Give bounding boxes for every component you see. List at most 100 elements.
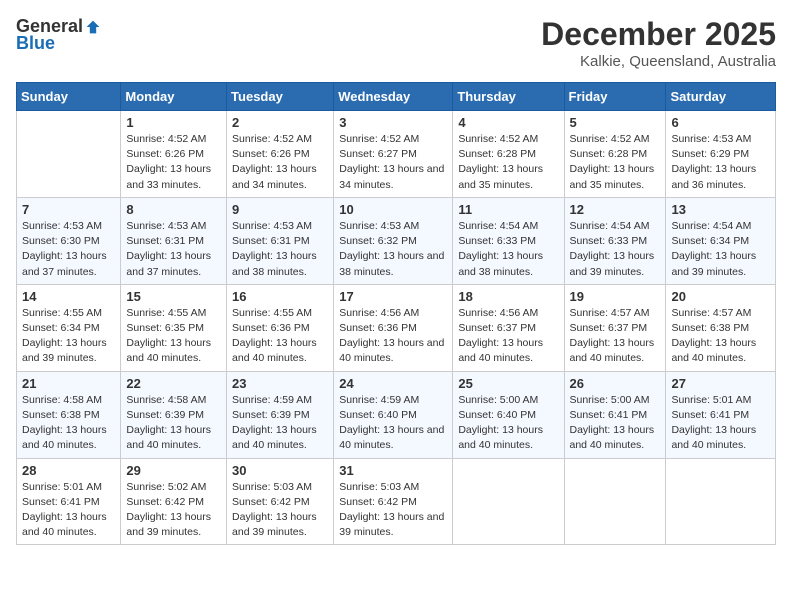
calendar-cell: 29 Sunrise: 5:02 AMSunset: 6:42 PMDayligh… xyxy=(121,458,227,545)
calendar-cell: 15 Sunrise: 4:55 AMSunset: 6:35 PMDayligh… xyxy=(121,284,227,371)
day-info: Sunrise: 4:54 AMSunset: 6:34 PMDaylight:… xyxy=(671,219,770,280)
header-friday: Friday xyxy=(564,83,666,111)
day-number: 6 xyxy=(671,115,770,130)
day-info: Sunrise: 4:55 AMSunset: 6:35 PMDaylight:… xyxy=(126,306,221,367)
calendar-cell: 26 Sunrise: 5:00 AMSunset: 6:41 PMDayligh… xyxy=(564,371,666,458)
day-info: Sunrise: 4:59 AMSunset: 6:39 PMDaylight:… xyxy=(232,393,328,454)
calendar-header-row: SundayMondayTuesdayWednesdayThursdayFrid… xyxy=(17,83,776,111)
day-number: 21 xyxy=(22,376,115,391)
calendar-cell: 4 Sunrise: 4:52 AMSunset: 6:28 PMDaylight… xyxy=(453,111,564,198)
page-header: General Blue December 2025 Kalkie, Queen… xyxy=(16,16,776,70)
calendar-cell: 5Sunrise: 4:52 AMSunset: 6:28 PMDaylight… xyxy=(564,111,666,198)
calendar-week-row: 7 Sunrise: 4:53 AMSunset: 6:30 PMDaylight… xyxy=(17,197,776,284)
logo-blue-text: Blue xyxy=(16,33,55,54)
logo: General Blue xyxy=(16,16,101,54)
calendar-cell: 20 Sunrise: 4:57 AMSunset: 6:38 PMDayligh… xyxy=(666,284,776,371)
day-info: Sunrise: 4:57 AMSunset: 6:38 PMDaylight:… xyxy=(671,306,770,367)
calendar-cell xyxy=(564,458,666,545)
day-number: 24 xyxy=(339,376,447,391)
calendar-cell: 27Sunrise: 5:01 AMSunset: 6:41 PMDayligh… xyxy=(666,371,776,458)
day-number: 12 xyxy=(570,202,661,217)
day-info: Sunrise: 4:52 AMSunset: 6:26 PMDaylight:… xyxy=(126,132,221,193)
day-number: 4 xyxy=(458,115,558,130)
calendar-cell: 22 Sunrise: 4:58 AMSunset: 6:39 PMDayligh… xyxy=(121,371,227,458)
day-info: Sunrise: 5:00 AMSunset: 6:40 PMDaylight:… xyxy=(458,393,558,454)
logo-icon xyxy=(85,19,101,35)
month-title: December 2025 xyxy=(541,16,776,53)
day-number: 9 xyxy=(232,202,328,217)
day-number: 27 xyxy=(671,376,770,391)
header-thursday: Thursday xyxy=(453,83,564,111)
day-info: Sunrise: 5:03 AMSunset: 6:42 PMDaylight:… xyxy=(232,480,328,541)
day-number: 8 xyxy=(126,202,221,217)
title-block: December 2025 Kalkie, Queensland, Austra… xyxy=(541,16,776,70)
day-number: 15 xyxy=(126,289,221,304)
day-number: 7 xyxy=(22,202,115,217)
calendar-cell: 10Sunrise: 4:53 AMSunset: 6:32 PMDayligh… xyxy=(334,197,453,284)
day-info: Sunrise: 4:54 AMSunset: 6:33 PMDaylight:… xyxy=(570,219,661,280)
day-number: 26 xyxy=(570,376,661,391)
day-info: Sunrise: 5:00 AMSunset: 6:41 PMDaylight:… xyxy=(570,393,661,454)
header-wednesday: Wednesday xyxy=(334,83,453,111)
day-number: 11 xyxy=(458,202,558,217)
day-info: Sunrise: 4:54 AMSunset: 6:33 PMDaylight:… xyxy=(458,219,558,280)
day-number: 3 xyxy=(339,115,447,130)
day-info: Sunrise: 4:52 AMSunset: 6:27 PMDaylight:… xyxy=(339,132,447,193)
calendar-week-row: 21 Sunrise: 4:58 AMSunset: 6:38 PMDayligh… xyxy=(17,371,776,458)
calendar-cell: 21 Sunrise: 4:58 AMSunset: 6:38 PMDayligh… xyxy=(17,371,121,458)
day-number: 28 xyxy=(22,463,115,478)
calendar-cell: 11 Sunrise: 4:54 AMSunset: 6:33 PMDayligh… xyxy=(453,197,564,284)
day-info: Sunrise: 4:56 AMSunset: 6:37 PMDaylight:… xyxy=(458,306,558,367)
day-info: Sunrise: 4:52 AMSunset: 6:28 PMDaylight:… xyxy=(458,132,558,193)
day-info: Sunrise: 4:55 AMSunset: 6:36 PMDaylight:… xyxy=(232,306,328,367)
calendar-cell: 19Sunrise: 4:57 AMSunset: 6:37 PMDayligh… xyxy=(564,284,666,371)
day-info: Sunrise: 4:52 AMSunset: 6:26 PMDaylight:… xyxy=(232,132,328,193)
day-info: Sunrise: 4:53 AMSunset: 6:29 PMDaylight:… xyxy=(671,132,770,193)
calendar-cell: 12 Sunrise: 4:54 AMSunset: 6:33 PMDayligh… xyxy=(564,197,666,284)
calendar-cell: 3 Sunrise: 4:52 AMSunset: 6:27 PMDaylight… xyxy=(334,111,453,198)
day-info: Sunrise: 4:55 AMSunset: 6:34 PMDaylight:… xyxy=(22,306,115,367)
day-info: Sunrise: 4:59 AMSunset: 6:40 PMDaylight:… xyxy=(339,393,447,454)
calendar-cell xyxy=(17,111,121,198)
header-monday: Monday xyxy=(121,83,227,111)
day-number: 23 xyxy=(232,376,328,391)
day-info: Sunrise: 4:58 AMSunset: 6:38 PMDaylight:… xyxy=(22,393,115,454)
day-number: 14 xyxy=(22,289,115,304)
calendar-cell xyxy=(666,458,776,545)
location-text: Kalkie, Queensland, Australia xyxy=(541,53,776,70)
header-sunday: Sunday xyxy=(17,83,121,111)
calendar-cell: 7 Sunrise: 4:53 AMSunset: 6:30 PMDaylight… xyxy=(17,197,121,284)
calendar-cell: 1Sunrise: 4:52 AMSunset: 6:26 PMDaylight… xyxy=(121,111,227,198)
calendar-week-row: 28Sunrise: 5:01 AMSunset: 6:41 PMDayligh… xyxy=(17,458,776,545)
calendar-cell: 6 Sunrise: 4:53 AMSunset: 6:29 PMDaylight… xyxy=(666,111,776,198)
day-number: 13 xyxy=(671,202,770,217)
day-info: Sunrise: 4:53 AMSunset: 6:31 PMDaylight:… xyxy=(126,219,221,280)
calendar-cell: 8 Sunrise: 4:53 AMSunset: 6:31 PMDaylight… xyxy=(121,197,227,284)
day-info: Sunrise: 5:02 AMSunset: 6:42 PMDaylight:… xyxy=(126,480,221,541)
day-number: 29 xyxy=(126,463,221,478)
day-number: 30 xyxy=(232,463,328,478)
calendar-cell: 13 Sunrise: 4:54 AMSunset: 6:34 PMDayligh… xyxy=(666,197,776,284)
day-info: Sunrise: 4:58 AMSunset: 6:39 PMDaylight:… xyxy=(126,393,221,454)
day-number: 22 xyxy=(126,376,221,391)
calendar-cell: 18 Sunrise: 4:56 AMSunset: 6:37 PMDayligh… xyxy=(453,284,564,371)
calendar-cell: 25 Sunrise: 5:00 AMSunset: 6:40 PMDayligh… xyxy=(453,371,564,458)
calendar-cell: 30 Sunrise: 5:03 AMSunset: 6:42 PMDayligh… xyxy=(227,458,334,545)
day-info: Sunrise: 4:53 AMSunset: 6:30 PMDaylight:… xyxy=(22,219,115,280)
calendar-cell: 17Sunrise: 4:56 AMSunset: 6:36 PMDayligh… xyxy=(334,284,453,371)
day-number: 18 xyxy=(458,289,558,304)
day-number: 10 xyxy=(339,202,447,217)
calendar-cell: 31Sunrise: 5:03 AMSunset: 6:42 PMDayligh… xyxy=(334,458,453,545)
header-saturday: Saturday xyxy=(666,83,776,111)
calendar-cell xyxy=(453,458,564,545)
calendar-cell: 9Sunrise: 4:53 AMSunset: 6:31 PMDaylight… xyxy=(227,197,334,284)
day-number: 31 xyxy=(339,463,447,478)
calendar-cell: 14 Sunrise: 4:55 AMSunset: 6:34 PMDayligh… xyxy=(17,284,121,371)
day-number: 20 xyxy=(671,289,770,304)
calendar-cell: 24 Sunrise: 4:59 AMSunset: 6:40 PMDayligh… xyxy=(334,371,453,458)
calendar-table: SundayMondayTuesdayWednesdayThursdayFrid… xyxy=(16,82,776,545)
day-number: 25 xyxy=(458,376,558,391)
calendar-cell: 2Sunrise: 4:52 AMSunset: 6:26 PMDaylight… xyxy=(227,111,334,198)
day-info: Sunrise: 4:52 AMSunset: 6:28 PMDaylight:… xyxy=(570,132,661,193)
calendar-cell: 23 Sunrise: 4:59 AMSunset: 6:39 PMDayligh… xyxy=(227,371,334,458)
